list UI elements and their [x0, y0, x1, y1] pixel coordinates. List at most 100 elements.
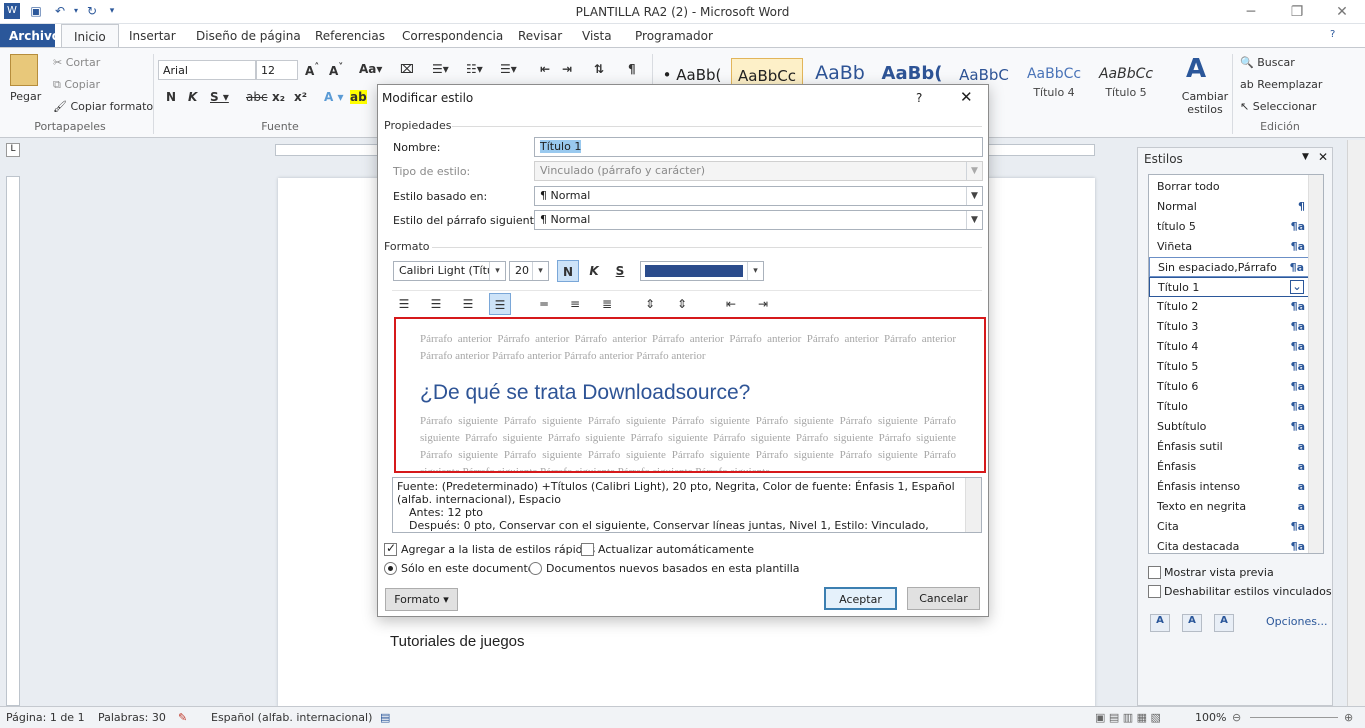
- list-item[interactable]: Énfasis intenso a: [1149, 477, 1309, 497]
- numbering-icon[interactable]: ☷▾: [466, 62, 483, 76]
- ok-button[interactable]: Aceptar: [824, 587, 897, 610]
- list-item-selected[interactable]: Título 1 ⌄: [1149, 277, 1309, 297]
- list-item[interactable]: Título 4 ¶a: [1149, 337, 1309, 357]
- pane-close-icon[interactable]: ✕: [1318, 150, 1328, 164]
- font-name-box[interactable]: Arial: [158, 60, 256, 80]
- help-icon[interactable]: ?: [1330, 29, 1335, 40]
- tab-insertar[interactable]: Insertar: [129, 24, 176, 48]
- macro-icon[interactable]: ▤: [380, 711, 390, 724]
- tab-programador[interactable]: Programador: [635, 24, 713, 48]
- size-select[interactable]: 20 ▾: [509, 261, 549, 281]
- format-menu-button[interactable]: Formato ▾: [385, 588, 458, 611]
- bold-icon[interactable]: N: [166, 90, 176, 104]
- dialog-close-icon[interactable]: ✕: [960, 88, 973, 106]
- tab-diseno-pagina[interactable]: Diseño de página: [196, 24, 301, 48]
- list-item[interactable]: Título ¶a: [1149, 397, 1309, 417]
- paste-icon[interactable]: [10, 54, 38, 86]
- manage-styles-icon[interactable]: A: [1214, 614, 1234, 632]
- space-after-icon[interactable]: ⇕: [671, 293, 693, 315]
- based-on-select[interactable]: ¶ Normal ▼: [534, 186, 983, 206]
- replace-button[interactable]: ab Reemplazar: [1240, 78, 1322, 91]
- shrink-font-icon[interactable]: A˅: [329, 62, 343, 78]
- superscript-icon[interactable]: x²: [294, 90, 307, 104]
- format-painter-button[interactable]: 🖌 Copiar formato: [53, 100, 153, 113]
- document-text[interactable]: Tutoriales de juegos: [390, 633, 525, 650]
- tab-referencias[interactable]: Referencias: [315, 24, 385, 48]
- disable-linked-checkbox[interactable]: [1148, 585, 1161, 598]
- strikethrough-icon[interactable]: abc: [246, 90, 268, 104]
- list-item[interactable]: Normal ¶: [1149, 197, 1309, 217]
- description-scrollbar[interactable]: [965, 478, 981, 532]
- change-case-icon[interactable]: Aa▾: [359, 62, 382, 76]
- zoom-in-icon[interactable]: ⊕: [1344, 711, 1353, 724]
- list-item[interactable]: título 5 ¶a: [1149, 217, 1309, 237]
- styles-list-scrollbar[interactable]: [1308, 175, 1323, 553]
- font-size-box[interactable]: 12: [256, 60, 298, 80]
- tab-vista[interactable]: Vista: [582, 24, 612, 48]
- tab-selector-icon[interactable]: L: [6, 143, 20, 157]
- align-center-icon[interactable]: ☰: [425, 293, 447, 315]
- list-item[interactable]: Borrar todo: [1149, 177, 1309, 197]
- options-link[interactable]: Opciones...: [1266, 615, 1327, 628]
- tab-correspondencia[interactable]: Correspondencia: [402, 24, 503, 48]
- bold-toggle[interactable]: N: [557, 260, 579, 282]
- text-effects-icon[interactable]: A ▾: [324, 90, 344, 104]
- clear-format-icon[interactable]: ⌧: [400, 62, 414, 76]
- italic-icon[interactable]: K: [188, 90, 197, 104]
- underline-toggle[interactable]: S: [609, 260, 631, 282]
- language-indicator[interactable]: Español (alfab. internacional): [211, 711, 372, 724]
- name-input[interactable]: Título 1: [534, 137, 983, 157]
- new-style-icon[interactable]: A: [1150, 614, 1170, 632]
- style-gallery-item-6[interactable]: AaBbCc Título 4: [1018, 58, 1090, 106]
- copy-button[interactable]: ⧉ Copiar: [53, 78, 100, 92]
- change-styles-button[interactable]: Cambiar estilos: [1180, 90, 1230, 116]
- one-half-spacing-icon[interactable]: ≡: [564, 293, 586, 315]
- highlight-icon[interactable]: ab: [350, 90, 367, 104]
- increase-indent-icon[interactable]: ⇥: [562, 62, 572, 76]
- select-button[interactable]: ↖ Seleccionar: [1240, 100, 1316, 113]
- close-window-icon[interactable]: ✕: [1319, 0, 1365, 24]
- show-marks-icon[interactable]: ¶: [628, 62, 636, 76]
- font-select[interactable]: Calibri Light (Títulos ▾: [393, 261, 506, 281]
- style-gallery-item-7[interactable]: AaBbCc Título 5: [1090, 58, 1162, 106]
- only-document-radio[interactable]: [384, 562, 397, 575]
- list-item[interactable]: Sin espaciado,Párrafo ¶a: [1149, 257, 1309, 277]
- list-item[interactable]: Título 6 ¶a: [1149, 377, 1309, 397]
- underline-icon[interactable]: S ▾: [210, 90, 229, 104]
- double-spacing-icon[interactable]: ≣: [596, 293, 618, 315]
- zoom-out-icon[interactable]: ⊖: [1232, 711, 1241, 724]
- grow-font-icon[interactable]: A˄: [305, 62, 319, 78]
- list-item[interactable]: Subtítulo ¶a: [1149, 417, 1309, 437]
- word-count[interactable]: Palabras: 30: [98, 711, 166, 724]
- find-button[interactable]: 🔍 Buscar: [1240, 56, 1295, 69]
- align-right-icon[interactable]: ☰: [457, 293, 479, 315]
- list-item[interactable]: Énfasis a: [1149, 457, 1309, 477]
- decrease-indent-icon[interactable]: ⇤: [540, 62, 550, 76]
- align-left-icon[interactable]: ☰: [393, 293, 415, 315]
- show-preview-checkbox[interactable]: [1148, 566, 1161, 579]
- auto-update-checkbox[interactable]: [581, 543, 594, 556]
- subscript-icon[interactable]: x₂: [272, 90, 285, 104]
- list-item[interactable]: Énfasis sutil a: [1149, 437, 1309, 457]
- view-buttons[interactable]: ▣ ▤ ▥ ▦ ▧: [1095, 711, 1161, 724]
- single-spacing-icon[interactable]: ═: [533, 293, 555, 315]
- space-before-icon[interactable]: ⇕: [639, 293, 661, 315]
- sort-icon[interactable]: ⇅: [594, 62, 604, 76]
- new-documents-radio[interactable]: [529, 562, 542, 575]
- bullets-icon[interactable]: ☰▾: [432, 62, 449, 76]
- list-item[interactable]: Texto en negrita a: [1149, 497, 1309, 517]
- change-styles-icon[interactable]: A: [1186, 54, 1206, 84]
- list-item[interactable]: Título 2 ¶a: [1149, 297, 1309, 317]
- restore-icon[interactable]: ❐: [1274, 0, 1320, 24]
- decrease-indent-icon[interactable]: ⇤: [720, 293, 742, 315]
- style-inspector-icon[interactable]: A: [1182, 614, 1202, 632]
- list-item[interactable]: Cita ¶a: [1149, 517, 1309, 537]
- document-scrollbar[interactable]: [1347, 140, 1365, 706]
- paste-button[interactable]: Pegar: [10, 90, 41, 103]
- proofing-icon[interactable]: ✎: [178, 711, 187, 724]
- page-count[interactable]: Página: 1 de 1: [6, 711, 85, 724]
- tab-revisar[interactable]: Revisar: [518, 24, 562, 48]
- pane-menu-icon[interactable]: ▼: [1302, 152, 1309, 162]
- list-item[interactable]: Título 5 ¶a: [1149, 357, 1309, 377]
- tab-inicio[interactable]: Inicio: [61, 24, 119, 48]
